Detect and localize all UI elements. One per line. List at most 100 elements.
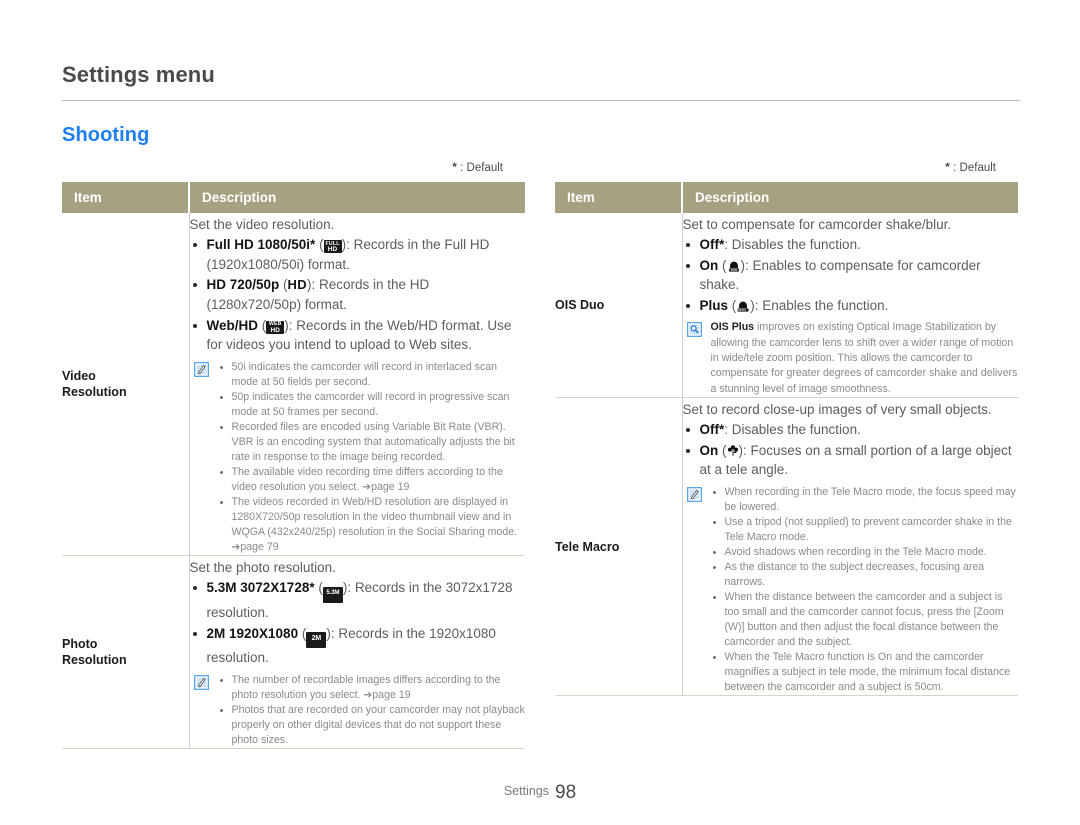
page-header: Settings menu xyxy=(62,62,1020,101)
item-label-line2: Resolution xyxy=(62,385,127,400)
note-item: The videos recorded in Web/HD resolution… xyxy=(218,495,526,555)
description-lead: Set the photo resolution. xyxy=(189,560,336,576)
option-text: : Focuses on a small portion of a large … xyxy=(699,442,1012,478)
note-item: Recorded files are encoded using Variabl… xyxy=(218,420,526,465)
note-paragraph: OIS Plus improves on existing Optical Im… xyxy=(711,320,1019,397)
option-text: : Enables the function. xyxy=(754,297,889,313)
note-list: When recording in the Tele Macro mode, t… xyxy=(711,485,1019,695)
note-block: 50i indicates the camcorder will record … xyxy=(190,360,526,555)
row-description-ois-duo: Set to compensate for camcorder shake/bl… xyxy=(682,213,1019,399)
default-legend-left: * : Default xyxy=(62,160,525,176)
option-item-off: Off*: Disables the function. xyxy=(683,235,1019,255)
left-column: * : Default Item Description Video Resol… xyxy=(62,160,525,749)
footer-label: Settings xyxy=(503,784,550,798)
note-block: When recording in the Tele Macro mode, t… xyxy=(683,485,1019,695)
option-list: Full HD 1080/50i* (FULL HD): Records in t… xyxy=(190,235,526,355)
option-label: 5.3M 3072X1728* xyxy=(206,580,315,596)
note-item: When the Tele Macro function is On and t… xyxy=(711,650,1019,695)
note-item: The available video recording time diffe… xyxy=(218,465,526,495)
page-footer: Settings 98 xyxy=(0,782,1080,804)
row-description-video-resolution: Set the video resolution. Full HD 1080/5… xyxy=(189,213,526,557)
option-label: 2M 1920X1080 xyxy=(206,625,299,641)
row-item-video-resolution: Video Resolution xyxy=(62,213,190,557)
note-block: OIS Plus improves on existing Optical Im… xyxy=(683,320,1019,397)
option-item-on: On ( DUO ): Enables to compensate for ca… xyxy=(683,256,1019,295)
table-row: Video Resolution Set the video resolutio… xyxy=(62,213,526,557)
table-header-row: Item Description xyxy=(555,182,1018,213)
footer-page-number: 98 xyxy=(555,782,577,803)
note-list: The number of recordable images differs … xyxy=(218,673,526,748)
option-label: Plus xyxy=(699,297,729,313)
note-item: Use a tripod (not supplied) to prevent c… xyxy=(711,515,1019,545)
option-list: 5.3M 3072X1728* (5.3M): Records in the 3… xyxy=(190,578,526,667)
option-label: Web/HD xyxy=(206,317,259,333)
option-item-full-hd: Full HD 1080/50i* (FULL HD): Records in t… xyxy=(190,235,526,274)
option-text: : Disables the function. xyxy=(724,422,861,438)
table-row: Tele Macro Set to record close-up images… xyxy=(555,397,1019,697)
photo-53m-badge-icon: 5.3M xyxy=(322,586,343,604)
option-list: Off*: Disables the function. On (): Foc… xyxy=(683,420,1019,480)
ois-duo-icon: DUO xyxy=(727,259,741,273)
option-item-plus: Plus ( DUO+ ): Enables the function. xyxy=(683,296,1019,316)
svg-text:DUO: DUO xyxy=(730,268,737,272)
option-label: HD 720/50p xyxy=(206,277,280,293)
option-label: Full HD 1080/50i* xyxy=(206,237,316,253)
option-item-on: On ( ): Focuses on a small portion of a … xyxy=(683,441,1019,480)
row-item-photo-resolution: Photo Resolution xyxy=(62,555,190,749)
document-page: Settings menu Shooting * : Default Item … xyxy=(0,0,1080,825)
option-text: : Enables to compensate for camcorder sh… xyxy=(699,257,981,293)
option-text: : Disables the function. xyxy=(724,237,861,253)
row-item-ois-duo: OIS Duo xyxy=(555,213,683,399)
row-item-tele-macro: Tele Macro xyxy=(555,397,683,697)
column-header-item: Item xyxy=(555,182,682,213)
section-title: Shooting xyxy=(62,124,150,146)
column-header-description: Description xyxy=(681,182,1018,213)
description-lead: Set to record close-up images of very sm… xyxy=(682,402,992,418)
item-label-line2: Resolution xyxy=(62,652,127,667)
web-hd-badge-icon: WEB HD xyxy=(266,320,285,334)
option-item-off: Off*: Disables the function. xyxy=(683,420,1019,440)
table-header-row: Item Description xyxy=(62,182,525,213)
row-description-photo-resolution: Set the photo resolution. 5.3M 3072X1728… xyxy=(189,555,526,749)
option-list: Off*: Disables the function. On ( DUO):… xyxy=(683,235,1019,315)
tele-macro-flower-icon xyxy=(727,444,739,457)
row-description-tele-macro: Set to record close-up images of very sm… xyxy=(682,397,1019,697)
svg-text:DUO+: DUO+ xyxy=(739,308,747,312)
default-text-right: : Default xyxy=(949,162,996,174)
column-header-description: Description xyxy=(188,182,525,213)
note-paragraph-bold: OIS Plus xyxy=(710,321,755,334)
note-item: 50p indicates the camcorder will record … xyxy=(218,390,526,420)
note-pencil-icon xyxy=(193,361,209,377)
table-row: OIS Duo Set to compensate for camcorder … xyxy=(555,213,1019,399)
item-label-line1: Photo xyxy=(62,636,98,651)
note-item: As the distance to the subject decreases… xyxy=(711,560,1019,590)
note-item: Photos that are recorded on your camcord… xyxy=(218,703,526,748)
note-item: When recording in the Tele Macro mode, t… xyxy=(711,485,1019,515)
full-hd-badge-icon: FULL HD xyxy=(323,240,342,254)
default-legend-right: * : Default xyxy=(555,160,1018,176)
option-item-2m: 2M 1920X1080 (2M): Records in the 1920x1… xyxy=(190,624,526,668)
hd-text-badge-icon: HD xyxy=(287,277,307,293)
description-lead: Set the video resolution. xyxy=(189,217,335,232)
shooting-table-right: Item Description OIS Duo Set to compensa… xyxy=(555,182,1019,697)
note-item: The number of recordable images differs … xyxy=(218,673,526,703)
right-column: * : Default Item Description OIS Duo Set… xyxy=(555,160,1019,697)
option-label: Off* xyxy=(699,237,725,253)
note-paragraph-text: improves on existing Optical Image Stabi… xyxy=(710,321,1018,395)
option-label: On xyxy=(699,257,719,273)
option-item-53m: 5.3M 3072X1728* (5.3M): Records in the 3… xyxy=(190,578,526,623)
item-label-line1: Video xyxy=(62,369,96,384)
info-magnifier-icon xyxy=(686,322,702,338)
note-item: Avoid shadows when recording in the Tele… xyxy=(711,545,1019,560)
note-block: The number of recordable images differs … xyxy=(190,673,526,748)
default-text-left: : Default xyxy=(456,162,503,174)
note-item: 50i indicates the camcorder will record … xyxy=(218,360,526,390)
option-item-web-hd: Web/HD (WEB HD): Records in the Web/HD fo… xyxy=(190,316,526,355)
column-header-item: Item xyxy=(62,182,189,213)
photo-2m-badge-icon: 2M xyxy=(306,631,327,648)
note-item: When the distance between the camcorder … xyxy=(711,590,1019,650)
option-label: Off* xyxy=(699,422,725,438)
option-label: On xyxy=(699,442,719,458)
note-pencil-icon xyxy=(193,674,209,690)
note-pencil-icon xyxy=(686,487,702,503)
